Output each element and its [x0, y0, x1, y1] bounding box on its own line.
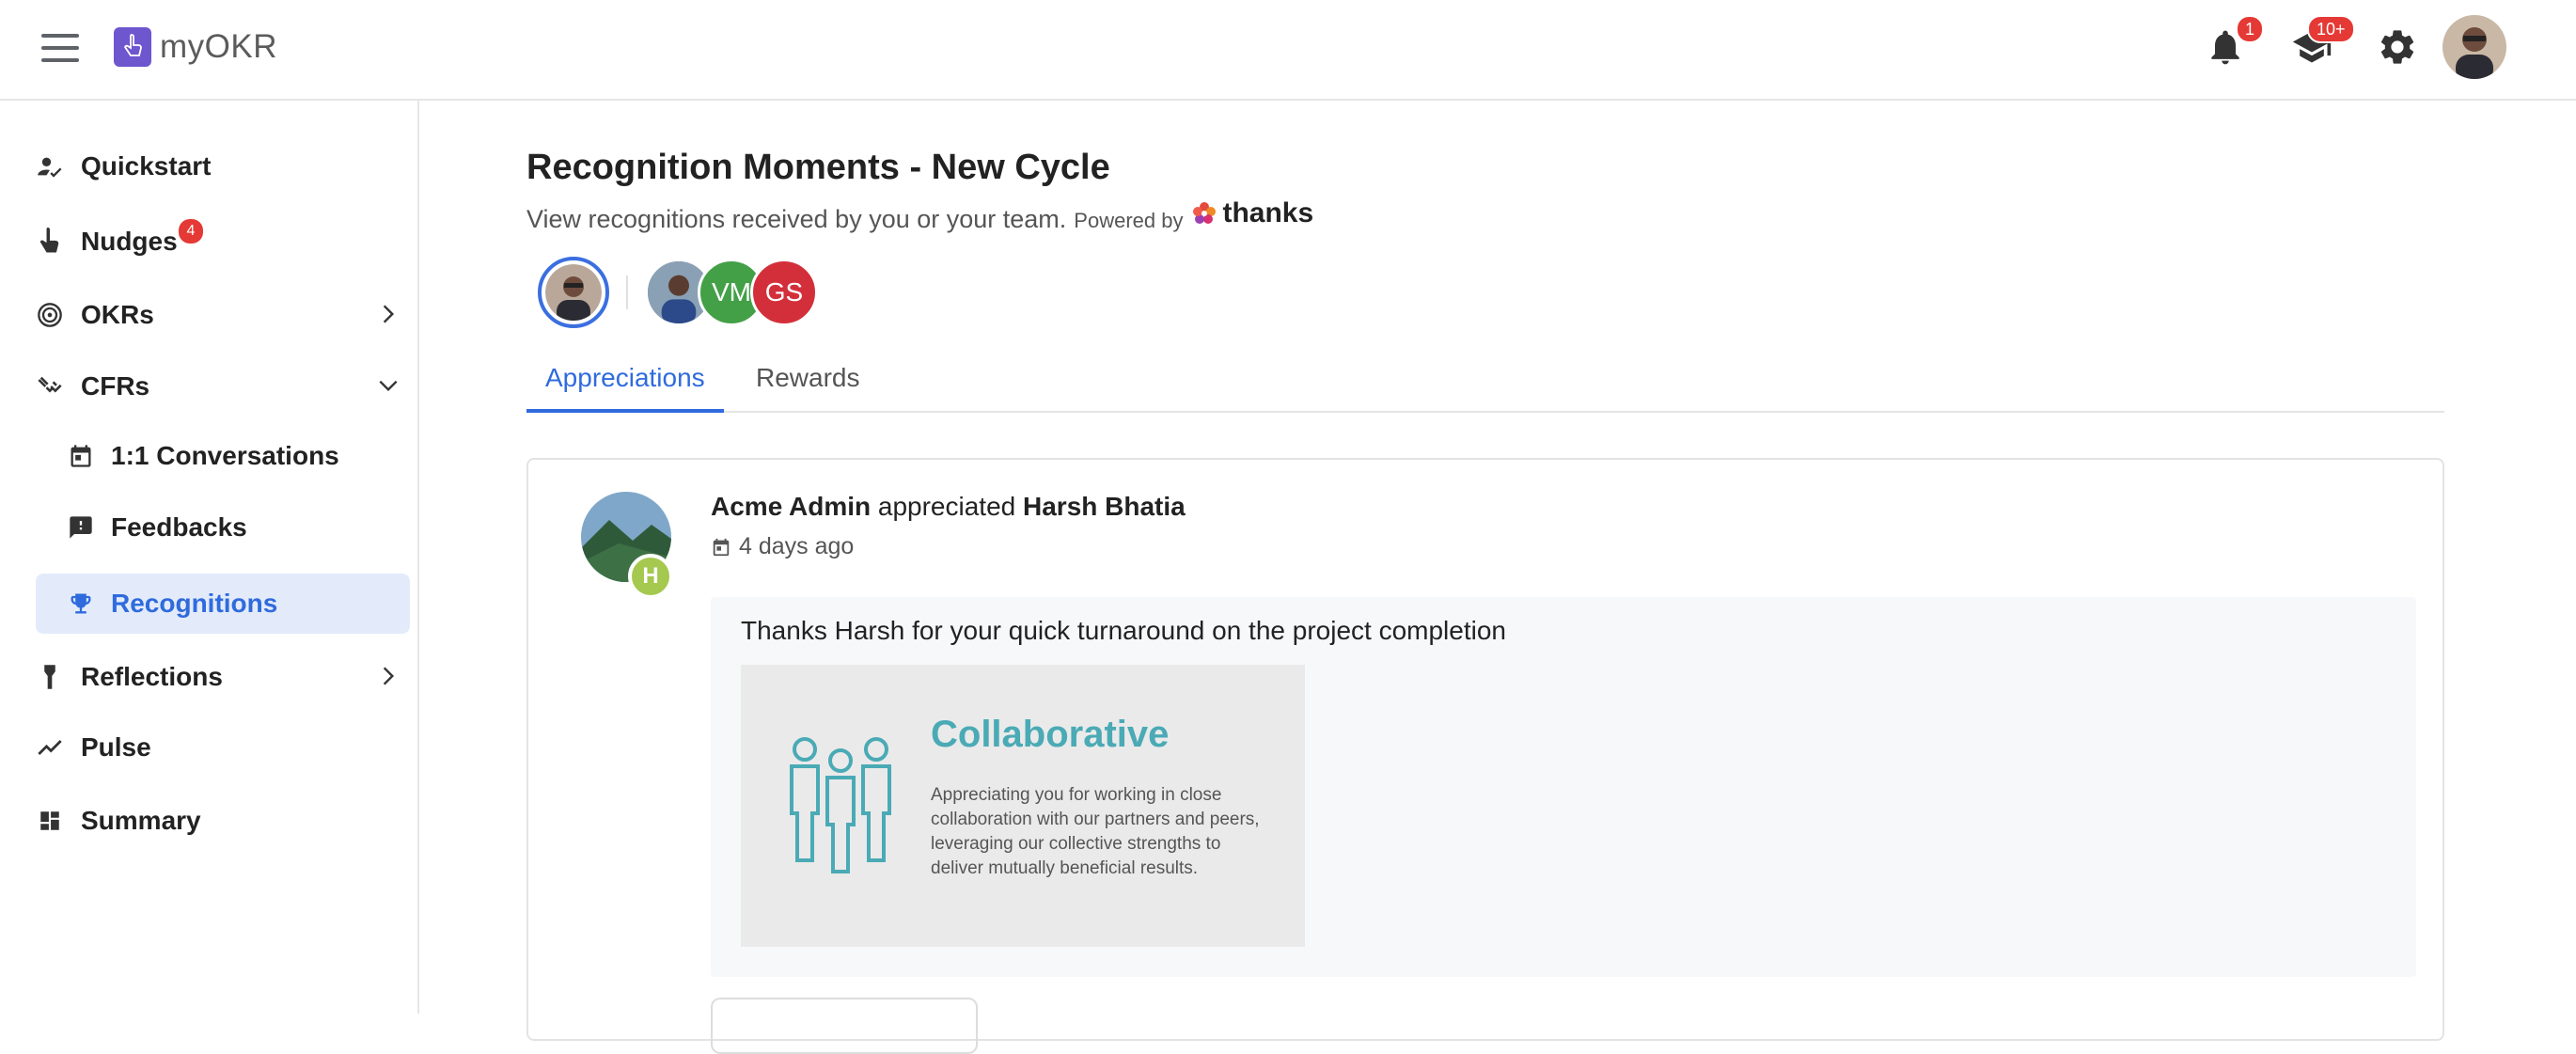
- sidebar-item-cfrs[interactable]: CFRs: [36, 358, 412, 415]
- sidebar-item-label: Quickstart: [81, 151, 212, 181]
- page-title: Recognition Moments - New Cycle: [526, 148, 1110, 187]
- chevron-right-icon: [383, 305, 395, 323]
- handshake-icon: [36, 372, 64, 401]
- sidebar-item-label: Nudges: [81, 227, 178, 256]
- sidebar: Quickstart Nudges 4 OKRs CFRs 1:1 Conver…: [0, 101, 419, 1014]
- recognition-verb: appreciated: [877, 492, 1016, 521]
- receiver-name[interactable]: Harsh Bhatia: [1023, 492, 1186, 521]
- menu-icon[interactable]: [41, 34, 79, 62]
- time-text: 4 days ago: [739, 533, 855, 559]
- recognition-time: 4 days ago: [711, 533, 854, 560]
- sidebar-item-nudges[interactable]: Nudges 4: [36, 213, 412, 270]
- top-bar: myOKR 1 10+: [0, 0, 2576, 101]
- tab-rewards[interactable]: Rewards: [737, 354, 878, 413]
- badge-title: Collaborative: [931, 714, 1170, 755]
- tab-appreciations[interactable]: Appreciations: [526, 354, 724, 413]
- sidebar-item-summary[interactable]: Summary: [36, 793, 412, 849]
- pointer-hand-icon: [36, 228, 64, 256]
- powered-by-label: Powered by: [1074, 209, 1184, 232]
- sidebar-item-reflections[interactable]: Reflections: [36, 649, 412, 705]
- sidebar-item-okrs[interactable]: OKRs: [36, 287, 412, 343]
- trophy-icon: [66, 589, 96, 619]
- sidebar-item-label: Summary: [81, 806, 201, 835]
- calendar-icon: [713, 538, 730, 556]
- main-content: Recognition Moments - New Cycle View rec…: [419, 101, 2576, 1054]
- sidebar-item-recognitions[interactable]: Recognitions: [36, 574, 410, 634]
- team-member-avatar-gs[interactable]: GS: [750, 259, 818, 326]
- badge-description: Appreciating you for working in close co…: [931, 785, 1260, 878]
- recognition-tabs: Appreciations Rewards: [526, 354, 2444, 413]
- recognition-card: H Acme Admin appreciated Harsh Bhatia 4 …: [526, 458, 2444, 1054]
- people-group-icon: [790, 737, 891, 873]
- thanks-flower-icon: [1193, 202, 1217, 224]
- sidebar-item-conversations[interactable]: 1:1 Conversations: [36, 426, 410, 486]
- user-avatar[interactable]: [2442, 15, 2506, 79]
- person-check-icon: [36, 152, 64, 181]
- recognition-badge-image: Collaborative Appreciating you for worki…: [741, 665, 1305, 947]
- reaction-button[interactable]: [711, 998, 978, 1054]
- sidebar-item-label: CFRs: [81, 371, 150, 401]
- recognition-header: Acme Admin appreciated Harsh Bhatia: [711, 492, 1186, 522]
- avatar-divider: [626, 275, 628, 309]
- nudges-badge: 4: [179, 219, 203, 244]
- dashboard-icon: [36, 807, 64, 835]
- learning-badge: 10+: [2307, 15, 2355, 43]
- sidebar-item-label: Pulse: [81, 732, 151, 762]
- recognition-message: Thanks Harsh for your quick turnaround o…: [741, 616, 1506, 645]
- subtitle-text: View recognitions received by you or you…: [526, 205, 1067, 233]
- thanks-logo: thanks: [1190, 197, 1313, 229]
- sidebar-item-quickstart[interactable]: Quickstart: [36, 138, 412, 195]
- settings-gear-icon[interactable]: [2377, 26, 2418, 68]
- sidebar-item-label: 1:1 Conversations: [111, 441, 339, 470]
- my-avatar[interactable]: [538, 257, 609, 328]
- sidebar-item-label: Recognitions: [111, 589, 278, 618]
- sidebar-item-label: Feedbacks: [111, 512, 247, 542]
- sidebar-item-label: OKRs: [81, 300, 154, 329]
- sidebar-item-label: Reflections: [81, 662, 223, 691]
- trend-line-icon: [36, 733, 64, 762]
- app-name: myOKR: [160, 28, 277, 65]
- logo-icon: [114, 27, 151, 67]
- notifications-badge: 1: [2236, 15, 2265, 43]
- torch-icon: [36, 663, 64, 691]
- team-avatars: VM GS: [538, 257, 818, 328]
- sidebar-item-pulse[interactable]: Pulse: [36, 719, 412, 776]
- thanks-brand-text: thanks: [1222, 197, 1314, 228]
- feedback-icon: [66, 512, 96, 543]
- chevron-right-icon: [383, 667, 395, 685]
- chevron-down-icon: [379, 380, 398, 392]
- receiver-initial-avatar: H: [628, 554, 673, 599]
- target-icon: [36, 301, 64, 329]
- sidebar-item-feedbacks[interactable]: Feedbacks: [36, 497, 410, 558]
- giver-name[interactable]: Acme Admin: [711, 492, 871, 521]
- recognition-message-box: Thanks Harsh for your quick turnaround o…: [711, 597, 2416, 977]
- calendar-icon: [66, 441, 96, 471]
- page-subtitle: View recognitions received by you or you…: [526, 197, 1313, 234]
